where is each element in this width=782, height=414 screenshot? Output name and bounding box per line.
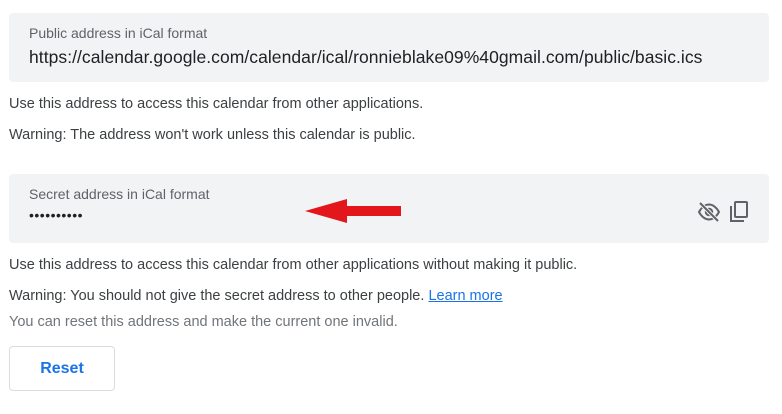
secret-ical-masked-value[interactable]: •••••••••• [29, 207, 83, 223]
calendar-integration-settings: Public address in iCal format https://ca… [0, 0, 782, 414]
secret-info-text: Use this address to access this calendar… [9, 257, 578, 273]
reset-button[interactable]: Reset [9, 346, 115, 391]
public-info-text: Use this address to access this calendar… [9, 96, 424, 112]
annotation-arrow-icon [305, 199, 401, 223]
public-ical-label: Public address in iCal format [29, 25, 208, 41]
copy-icon[interactable] [727, 200, 751, 224]
secret-warning-text: Warning: You should not give the secret … [9, 288, 425, 304]
public-ical-address-field[interactable]: Public address in iCal format https://ca… [9, 13, 769, 82]
secret-warning-line: Warning: You should not give the secret … [9, 288, 503, 304]
reset-info-text: You can reset this address and make the … [9, 314, 398, 330]
visibility-off-icon[interactable] [697, 200, 721, 224]
secret-ical-address-field[interactable]: Secret address in iCal format •••••••••• [9, 174, 769, 243]
public-warning-text: Warning: The address won't work unless t… [9, 127, 416, 143]
secret-ical-label: Secret address in iCal format [29, 186, 210, 202]
learn-more-link[interactable]: Learn more [428, 288, 502, 304]
public-ical-url[interactable]: https://calendar.google.com/calendar/ica… [29, 47, 702, 68]
